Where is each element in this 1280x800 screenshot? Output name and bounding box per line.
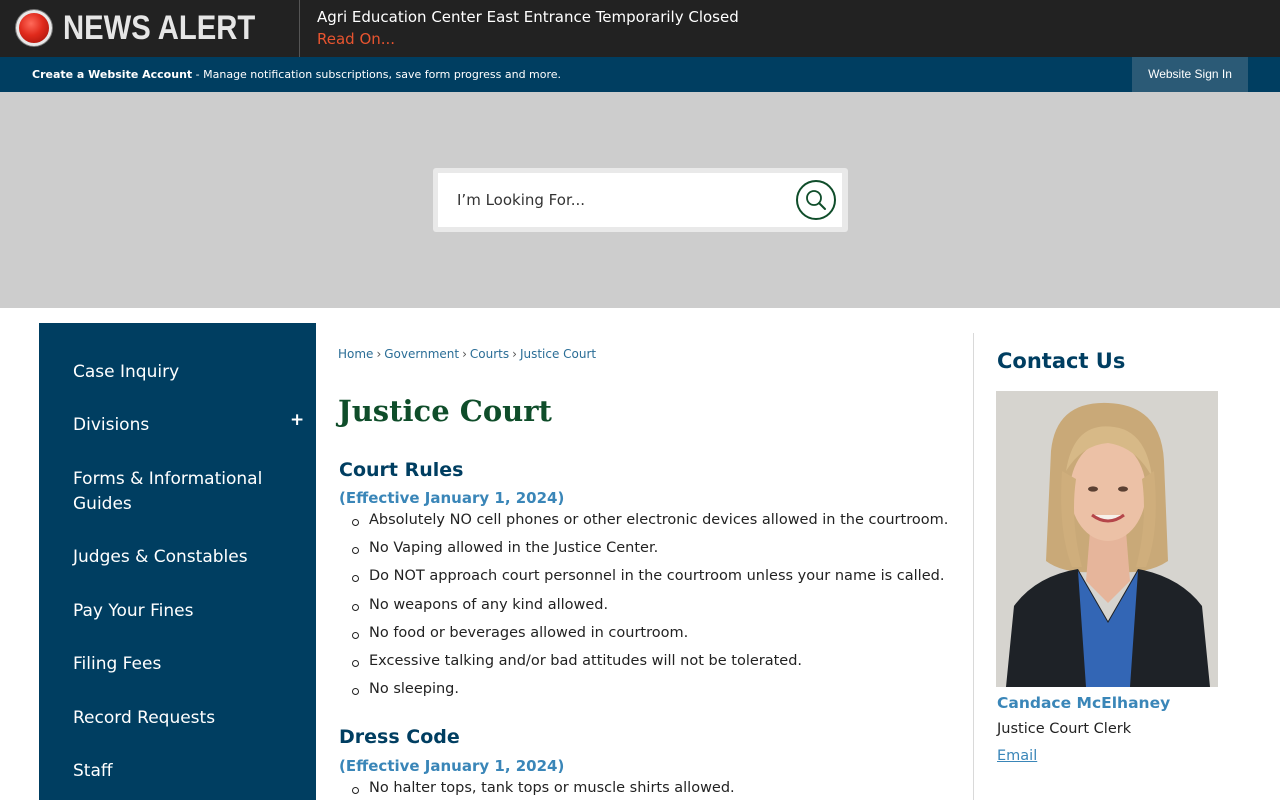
breadcrumb-justice-court[interactable]: Justice Court — [520, 347, 596, 361]
breadcrumb-home[interactable]: Home — [338, 347, 373, 361]
breadcrumb-government[interactable]: Government — [384, 347, 459, 361]
account-message: Create a Website Account - Manage notifi… — [32, 68, 561, 81]
search-input[interactable] — [457, 188, 777, 212]
breadcrumb-separator: › — [376, 347, 382, 361]
court-rules-heading: Court Rules — [339, 459, 464, 481]
account-bar: Create a Website Account - Manage notifi… — [0, 57, 1280, 92]
contact-name-link[interactable]: Candace McElhaney — [997, 694, 1170, 712]
divisions-expand-icon[interactable]: + — [290, 410, 304, 430]
list-item: No sleeping. — [351, 681, 948, 709]
sidebar-item-case-inquiry[interactable]: Case Inquiry — [73, 360, 179, 385]
list-item: No food or beverages allowed in courtroo… — [351, 625, 948, 653]
search-button[interactable] — [796, 180, 836, 220]
list-item: Do NOT approach court personnel in the c… — [351, 568, 948, 596]
sidebar-item-forms-guides[interactable]: Forms & Informational Guides — [73, 467, 273, 517]
court-rules-effective-date: (Effective January 1, 2024) — [339, 489, 565, 507]
sidebar-item-judges-constables[interactable]: Judges & Constables — [73, 545, 248, 570]
read-on-link[interactable]: Read On... — [317, 30, 395, 48]
create-account-link[interactable]: Create a Website Account — [32, 68, 192, 81]
website-sign-in-button[interactable]: Website Sign In — [1132, 57, 1248, 92]
account-description: - Manage notification subscriptions, sav… — [192, 68, 562, 81]
contact-role: Justice Court Clerk — [997, 721, 1132, 737]
sidebar-item-pay-fines[interactable]: Pay Your Fines — [73, 599, 193, 624]
sidebar-item-divisions[interactable]: Divisions — [73, 413, 149, 438]
news-alert-bar: NEWS ALERT Agri Education Center East En… — [0, 0, 1280, 57]
list-item: Absolutely NO cell phones or other elect… — [351, 512, 948, 540]
breadcrumb-courts[interactable]: Courts — [470, 347, 509, 361]
list-item: No Vaping allowed in the Justice Center. — [351, 540, 948, 568]
contact-photo — [996, 391, 1218, 687]
dress-code-effective-date: (Effective January 1, 2024) — [339, 757, 565, 775]
breadcrumb: Home › Government › Courts › Justice Court — [338, 347, 596, 361]
column-divider — [973, 333, 974, 800]
alert-headline[interactable]: Agri Education Center East Entrance Temp… — [317, 8, 739, 26]
list-item: No weapons of any kind allowed. — [351, 597, 948, 625]
news-alert-brand: NEWS ALERT — [0, 0, 300, 57]
breadcrumb-separator: › — [462, 347, 467, 361]
dress-code-heading: Dress Code — [339, 726, 460, 748]
sidebar-item-filing-fees[interactable]: Filing Fees — [73, 652, 161, 677]
list-item: Excessive talking and/or bad attitudes w… — [351, 653, 948, 681]
page-title: Justice Court — [338, 394, 552, 428]
sidebar-item-staff[interactable]: Staff — [73, 759, 113, 784]
contact-email-link[interactable]: Email — [997, 748, 1037, 764]
contact-title: Contact Us — [997, 349, 1126, 373]
news-alert-label: NEWS ALERT — [63, 9, 256, 47]
dress-code-list: No halter tops, tank tops or muscle shir… — [352, 780, 735, 800]
alert-beacon-icon — [16, 10, 52, 46]
court-rules-list: Absolutely NO cell phones or other elect… — [351, 512, 948, 709]
list-item: No halter tops, tank tops or muscle shir… — [352, 780, 735, 800]
breadcrumb-separator: › — [512, 347, 517, 361]
sidebar-nav: Case Inquiry Divisions Forms & Informati… — [39, 323, 316, 800]
search-icon — [806, 190, 826, 210]
sidebar-item-record-requests[interactable]: Record Requests — [73, 706, 215, 731]
